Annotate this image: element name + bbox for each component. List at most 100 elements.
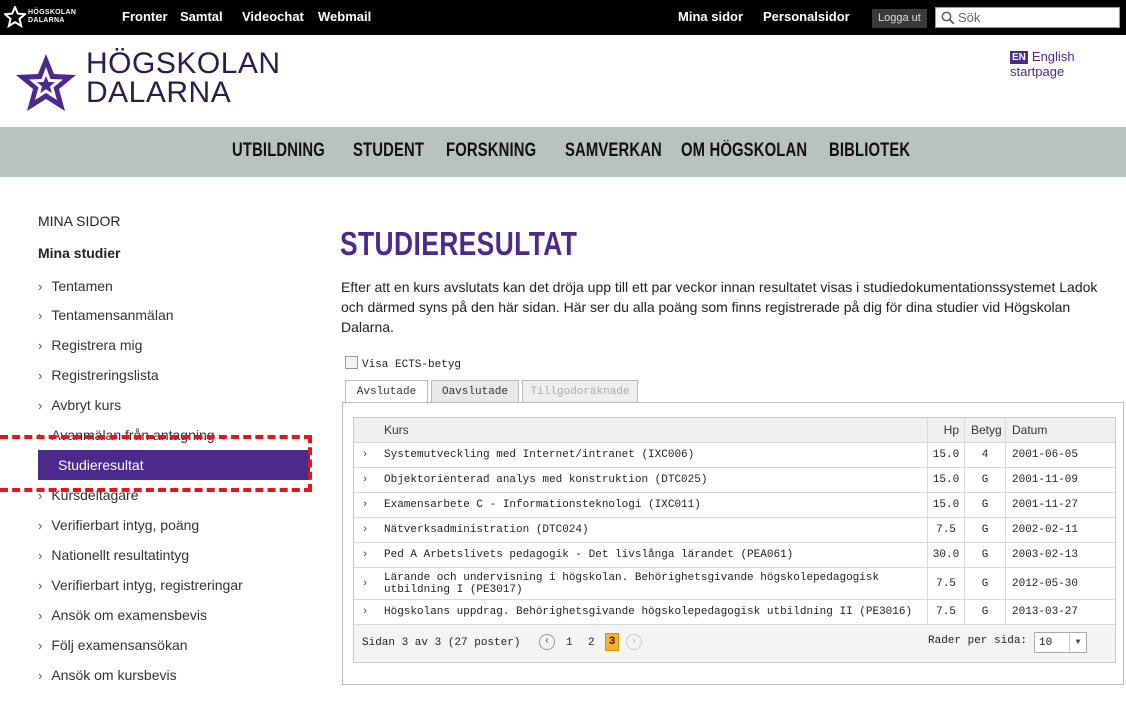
- sidebar-item-avanmalan[interactable]: › Avanmälan från antagning: [38, 427, 215, 443]
- chevron-right-icon: ›: [38, 428, 43, 443]
- site-header: HÖGSKOLAN DALARNA EN English startpage: [0, 35, 1126, 127]
- table-row[interactable]: › Ped A Arbetslivets pedagogik - Det liv…: [354, 543, 1115, 568]
- sidebar-item-studieresultat[interactable]: Studieresultat: [38, 450, 310, 480]
- chevron-right-icon: ›: [38, 578, 43, 593]
- cell-kurs: Examensarbete C - Informationsteknologi …: [384, 499, 701, 511]
- sidebar-item-tentamensanmalan[interactable]: › Tentamensanmälan: [38, 307, 174, 323]
- link-mina-sidor[interactable]: Mina sidor: [678, 9, 743, 24]
- sidebar-heading: MINA SIDOR: [38, 213, 121, 229]
- search-box[interactable]: [935, 7, 1120, 28]
- sidebar-item-label: Nationellt resultatintyg: [51, 547, 190, 563]
- cell-betyg: G: [964, 468, 1005, 492]
- col-betyg[interactable]: Betyg: [964, 418, 1005, 442]
- col-hp[interactable]: Hp: [927, 418, 964, 442]
- page-title: STUDIERESULTAT: [340, 225, 578, 262]
- link-webmail[interactable]: Webmail: [318, 9, 371, 24]
- tab-avslutade[interactable]: Avslutade: [345, 380, 428, 404]
- chevron-right-icon[interactable]: ›: [354, 443, 376, 467]
- cell-kurs: Ped A Arbetslivets pedagogik - Det livsl…: [384, 549, 794, 561]
- site-logo-text[interactable]: HÖGSKOLAN DALARNA: [86, 49, 281, 109]
- table-row[interactable]: › Högskolans uppdrag. Behörighetsgivande…: [354, 600, 1115, 625]
- chevron-right-icon: ›: [38, 518, 43, 533]
- main-nav: UTBILDNING STUDENT FORSKNING SAMVERKAN O…: [0, 127, 1126, 177]
- cell-datum: 2003-02-13: [1005, 543, 1115, 567]
- table-row[interactable]: › Lärande och undervisning i högskolan. …: [354, 568, 1115, 600]
- topbar-logo-line1: HÖGSKOLAN: [28, 9, 77, 16]
- link-personalsidor[interactable]: Personalsidor: [763, 9, 850, 24]
- chevron-right-icon[interactable]: ›: [354, 518, 376, 542]
- nav-utbildning[interactable]: UTBILDNING: [232, 140, 325, 162]
- rows-per-page-select[interactable]: 10 ▼: [1034, 632, 1087, 653]
- results-table: Kurs Hp Betyg Datum › Systemutveckling m…: [353, 417, 1116, 663]
- chevron-right-icon[interactable]: ›: [354, 468, 376, 492]
- col-datum[interactable]: Datum: [1005, 418, 1115, 442]
- tab-tillgodoraknade[interactable]: Tillgodoräknade: [522, 380, 638, 402]
- chevron-right-icon[interactable]: ›: [354, 600, 376, 624]
- chevron-right-icon[interactable]: ›: [354, 543, 376, 567]
- chevron-right-icon[interactable]: ›: [354, 493, 376, 517]
- cell-betyg: G: [964, 543, 1005, 567]
- logout-button[interactable]: Logga ut: [872, 9, 927, 28]
- search-input[interactable]: [958, 9, 1113, 26]
- link-videochat[interactable]: Videochat: [242, 9, 304, 24]
- chevron-right-icon: ›: [38, 338, 43, 353]
- tab-oavslutade[interactable]: Oavslutade: [431, 380, 519, 402]
- cell-betyg: 4: [964, 443, 1005, 467]
- sidebar-item-examensbevis[interactable]: › Ansök om examensbevis: [38, 607, 207, 623]
- nav-bibliotek[interactable]: BIBLIOTEK: [829, 140, 910, 162]
- cell-datum: 2002-02-11: [1005, 518, 1115, 542]
- chevron-right-icon[interactable]: ›: [354, 568, 376, 599]
- star-logo-icon: [4, 6, 26, 28]
- cell-betyg: G: [964, 568, 1005, 599]
- chevron-right-icon: ›: [38, 608, 43, 623]
- link-samtal[interactable]: Samtal: [180, 9, 223, 24]
- link-fronter[interactable]: Fronter: [122, 9, 168, 24]
- sidebar-item-kursbevis[interactable]: › Ansök om kursbevis: [38, 667, 177, 683]
- cell-kurs: Systemutveckling med Internet/intranet (…: [384, 449, 695, 461]
- sidebar-item-label: Kursdeltagare: [51, 487, 139, 503]
- table-row[interactable]: › Systemutveckling med Internet/intranet…: [354, 443, 1115, 468]
- sidebar-item-avbryt-kurs[interactable]: › Avbryt kurs: [38, 397, 121, 413]
- sidebar-item-label: Registreringslista: [51, 367, 159, 383]
- page-2-button[interactable]: 2: [588, 637, 595, 649]
- nav-student[interactable]: STUDENT: [353, 140, 424, 162]
- next-page-icon[interactable]: ›: [626, 634, 642, 650]
- sidebar-item-kursdeltagare[interactable]: › Kursdeltagare: [38, 487, 139, 503]
- page-current-button[interactable]: 3: [605, 633, 619, 651]
- star-logo-icon[interactable]: [12, 50, 80, 116]
- table-header: Kurs Hp Betyg Datum: [354, 418, 1115, 443]
- chevron-right-icon: ›: [38, 279, 43, 294]
- topbar-logo[interactable]: HÖGSKOLAN DALARNA: [4, 6, 100, 28]
- cell-datum: 2001-11-09: [1005, 468, 1115, 492]
- col-kurs[interactable]: Kurs: [376, 418, 927, 442]
- page-1-button[interactable]: 1: [566, 637, 573, 649]
- cell-hp: 15.0: [927, 468, 964, 492]
- nav-om-hogskolan[interactable]: OM HÖGSKOLAN: [681, 140, 807, 162]
- sidebar-item-registreringslista[interactable]: › Registreringslista: [38, 367, 159, 383]
- sidebar-item-intyg-registreringar[interactable]: › Verifierbart intyg, registreringar: [38, 577, 243, 593]
- cell-kurs: Nätverksadministration (DTC024): [384, 524, 589, 536]
- chevron-right-icon: ›: [38, 308, 43, 323]
- table-row[interactable]: › Examensarbete C - Informationsteknolog…: [354, 493, 1115, 518]
- sidebar-subheading: Mina studier: [38, 245, 121, 261]
- english-startpage-link[interactable]: EN English startpage: [1010, 49, 1126, 79]
- sidebar-item-registrera-mig[interactable]: › Registrera mig: [38, 337, 142, 353]
- cell-hp: 15.0: [927, 493, 964, 517]
- sidebar-item-tentamen[interactable]: › Tentamen: [38, 278, 113, 294]
- nav-forskning[interactable]: FORSKNING: [446, 140, 536, 162]
- cell-kurs: Högskolans uppdrag. Behörighetsgivande h…: [384, 606, 913, 618]
- prev-page-icon[interactable]: ‹: [539, 634, 555, 650]
- sidebar-item-examensansokan[interactable]: › Följ examensansökan: [38, 637, 188, 653]
- cell-hp: 7.5: [927, 568, 964, 599]
- rows-per-page-value: 10: [1039, 637, 1053, 649]
- logo-line2: DALARNA: [86, 76, 232, 109]
- ects-checkbox[interactable]: Visa ECTS-betyg: [345, 356, 461, 371]
- sidebar-item-label: Tentamen: [51, 278, 113, 294]
- nav-samverkan[interactable]: SAMVERKAN: [565, 140, 662, 162]
- sidebar-item-nationellt-intyg[interactable]: › Nationellt resultatintyg: [38, 547, 189, 563]
- sidebar-item-intyg-poang[interactable]: › Verifierbart intyg, poäng: [38, 517, 199, 533]
- chevron-right-icon: ›: [38, 668, 43, 683]
- table-row[interactable]: › Nätverksadministration (DTC024) 7.5 G …: [354, 518, 1115, 543]
- cell-kurs: Objektorienterad analys med konstruktion…: [384, 474, 708, 486]
- table-row[interactable]: › Objektorienterad analys med konstrukti…: [354, 468, 1115, 493]
